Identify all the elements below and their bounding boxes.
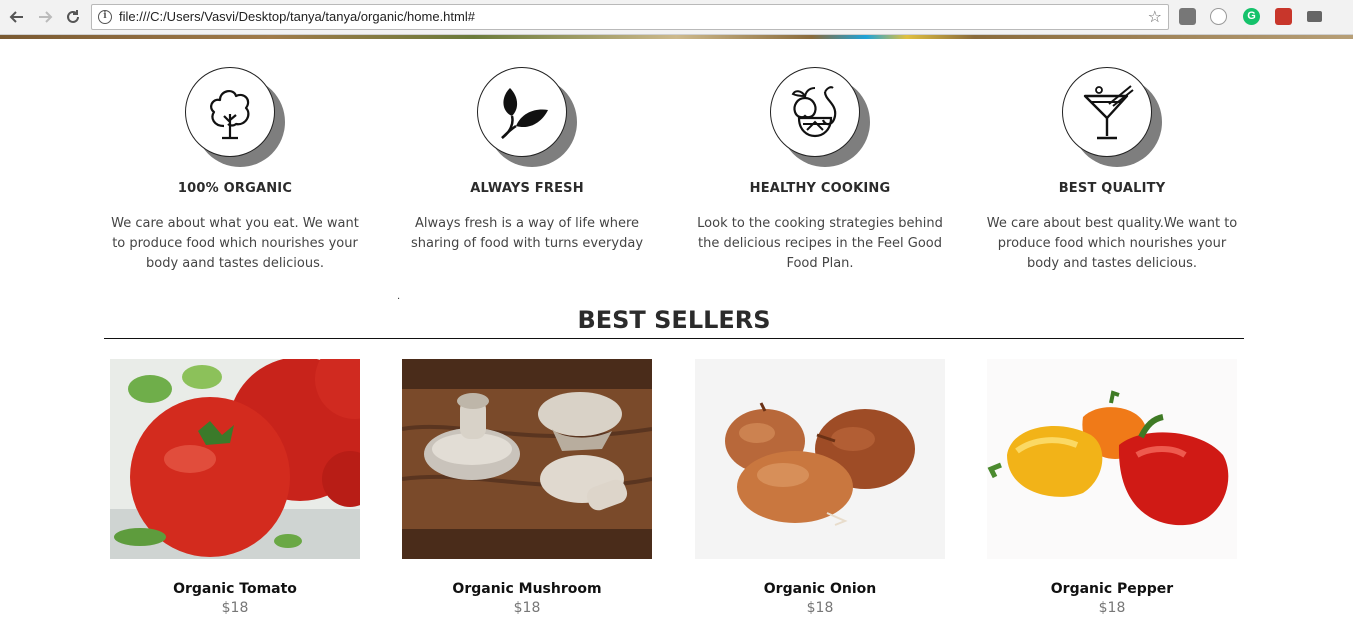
grammarly-extension-icon[interactable]: G <box>1243 8 1260 25</box>
feature-fresh: ALWAYS FRESH Always fresh is a way of li… <box>392 67 662 254</box>
section-divider <box>104 338 1244 339</box>
info-icon[interactable]: i <box>98 10 112 24</box>
product-price: $18 <box>513 600 541 616</box>
bookmark-star-icon[interactable]: ☆ <box>1148 8 1162 26</box>
reload-icon <box>67 10 79 23</box>
pepper-image[interactable] <box>987 359 1237 559</box>
tree-icon <box>210 90 250 140</box>
reload-button[interactable] <box>62 6 84 28</box>
product-price: $18 <box>1098 600 1126 616</box>
arrow-right-icon <box>39 11 53 23</box>
product-card-pepper[interactable]: Organic Pepper $18 <box>987 359 1237 616</box>
product-price: $18 <box>221 600 249 616</box>
product-name[interactable]: Organic Mushroom <box>402 581 652 597</box>
tomato-image[interactable] <box>110 359 360 559</box>
feature-description: Look to the cooking strategies behind th… <box>697 216 943 271</box>
product-card-mushroom[interactable]: Organic Mushroom $18 <box>402 359 652 616</box>
browser-toolbar: i file:///C:/Users/Vasvi/Desktop/tanya/t… <box>0 0 1353 35</box>
arrow-left-icon <box>9 11 23 23</box>
address-bar[interactable]: i file:///C:/Users/Vasvi/Desktop/tanya/t… <box>91 4 1169 30</box>
product-name[interactable]: Organic Pepper <box>987 581 1237 597</box>
stray-dot: . <box>397 291 401 302</box>
skype-extension-icon[interactable] <box>1210 8 1227 25</box>
forward-button[interactable] <box>34 6 56 28</box>
bookmark-extension-icon[interactable] <box>1275 8 1292 25</box>
product-name[interactable]: Organic Onion <box>695 581 945 597</box>
product-name[interactable]: Organic Tomato <box>110 581 360 597</box>
feature-description: We care about what you eat. We want to p… <box>111 216 359 271</box>
feature-quality: BEST QUALITY We care about best quality.… <box>977 67 1247 274</box>
onion-image[interactable] <box>695 359 945 559</box>
feature-description: Always fresh is a way of life where shar… <box>410 216 644 251</box>
url-text[interactable]: file:///C:/Users/Vasvi/Desktop/tanya/tan… <box>119 9 475 24</box>
back-button[interactable] <box>6 6 28 28</box>
mushroom-image[interactable] <box>402 359 652 559</box>
leaf-icon <box>501 88 548 139</box>
best-sellers-title: BEST SELLERS <box>577 306 771 334</box>
cocktail-icon <box>1083 85 1134 140</box>
hero-image-edge <box>0 35 1353 39</box>
menu-extension-icon[interactable] <box>1307 11 1322 22</box>
product-card-onion[interactable]: Organic Onion $18 <box>695 359 945 616</box>
product-price: $18 <box>806 600 834 616</box>
feature-title: 100% ORGANIC <box>177 181 293 196</box>
feature-title: BEST QUALITY <box>1058 181 1166 196</box>
fruit-bowl-icon <box>791 86 837 138</box>
feature-title: HEALTHY COOKING <box>749 181 891 196</box>
feature-cooking: HEALTHY COOKING Look to the cooking stra… <box>685 67 955 274</box>
feature-organic: 100% ORGANIC We care about what you eat.… <box>100 67 370 274</box>
product-card-tomato[interactable]: Organic Tomato $18 <box>110 359 360 616</box>
feature-description: We care about best quality.We want to pr… <box>986 216 1238 271</box>
feature-title: ALWAYS FRESH <box>470 181 584 196</box>
extension-icon[interactable] <box>1179 8 1196 25</box>
